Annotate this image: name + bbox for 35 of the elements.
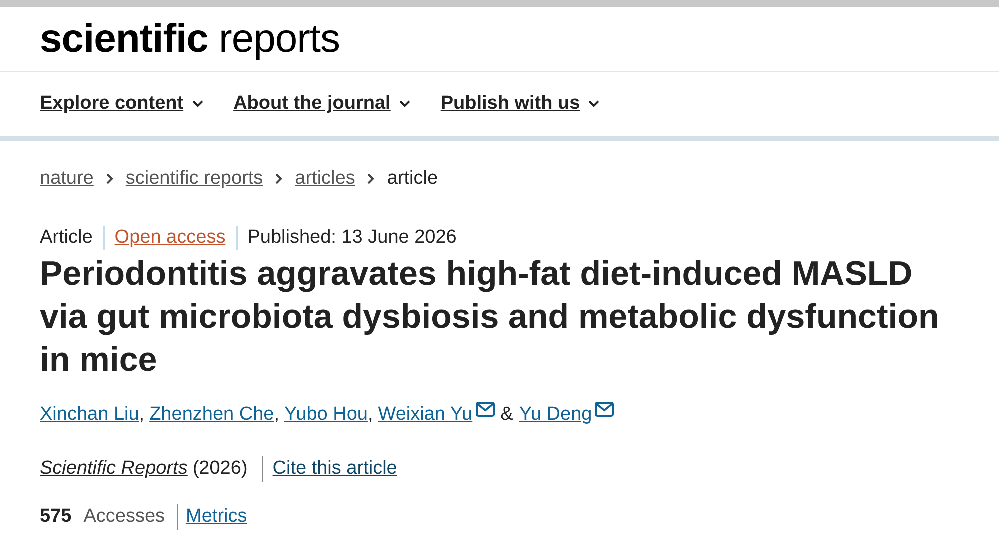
metrics-link[interactable]: Metrics [186, 506, 248, 528]
chevron-down-icon [192, 100, 204, 108]
breadcrumb-link[interactable]: nature [40, 168, 94, 190]
author-separator: & [500, 404, 514, 426]
chevron-right-icon [106, 173, 114, 185]
breadcrumb-current: article [387, 168, 438, 190]
chevron-right-icon [275, 173, 284, 185]
article-title: Periodontitis aggravates high-fat diet-induced MASLD via gut microbiota dysbiosis and metabolic dysfunction in mice [40, 254, 940, 381]
author-link[interactable]: Zhenzhen Che [150, 404, 274, 426]
chevron-right-icon [367, 173, 376, 185]
chevron-down-icon [398, 100, 411, 108]
author-link[interactable]: Xinchan Liu [40, 404, 140, 426]
article-type: Article [40, 227, 93, 249]
author-separator: , [368, 404, 374, 426]
accesses-label: Accesses [84, 506, 166, 528]
breadcrumb-link[interactable]: articles [295, 168, 356, 190]
mail-icon[interactable] [595, 402, 614, 417]
author-separator: , [274, 404, 280, 426]
breadcrumb-link[interactable]: scientific reports [126, 168, 264, 190]
author-link[interactable]: Weixian Yu [378, 404, 473, 426]
journal-link[interactable]: Scientific Reports [40, 458, 188, 480]
author-separator: , [139, 404, 145, 426]
site-logo[interactable]: scientific reports [40, 16, 340, 62]
publication-year: (2026) [192, 458, 248, 480]
author-link[interactable]: Yubo Hou [284, 404, 368, 426]
cite-link[interactable]: Cite this article [272, 458, 398, 480]
nav-menu-link[interactable]: About the journal [234, 93, 411, 115]
open-access-link[interactable]: Open access [114, 227, 226, 249]
access-count: 575 [40, 506, 72, 528]
nav-menu-link[interactable]: Explore content [40, 93, 204, 115]
published-date: Published: 13 June 2026 [248, 227, 457, 249]
chevron-down-icon [588, 100, 600, 108]
author-link[interactable]: Yu Deng [519, 404, 592, 426]
mail-icon[interactable] [476, 402, 495, 417]
nav-menu-link[interactable]: Publish with us [440, 93, 600, 115]
